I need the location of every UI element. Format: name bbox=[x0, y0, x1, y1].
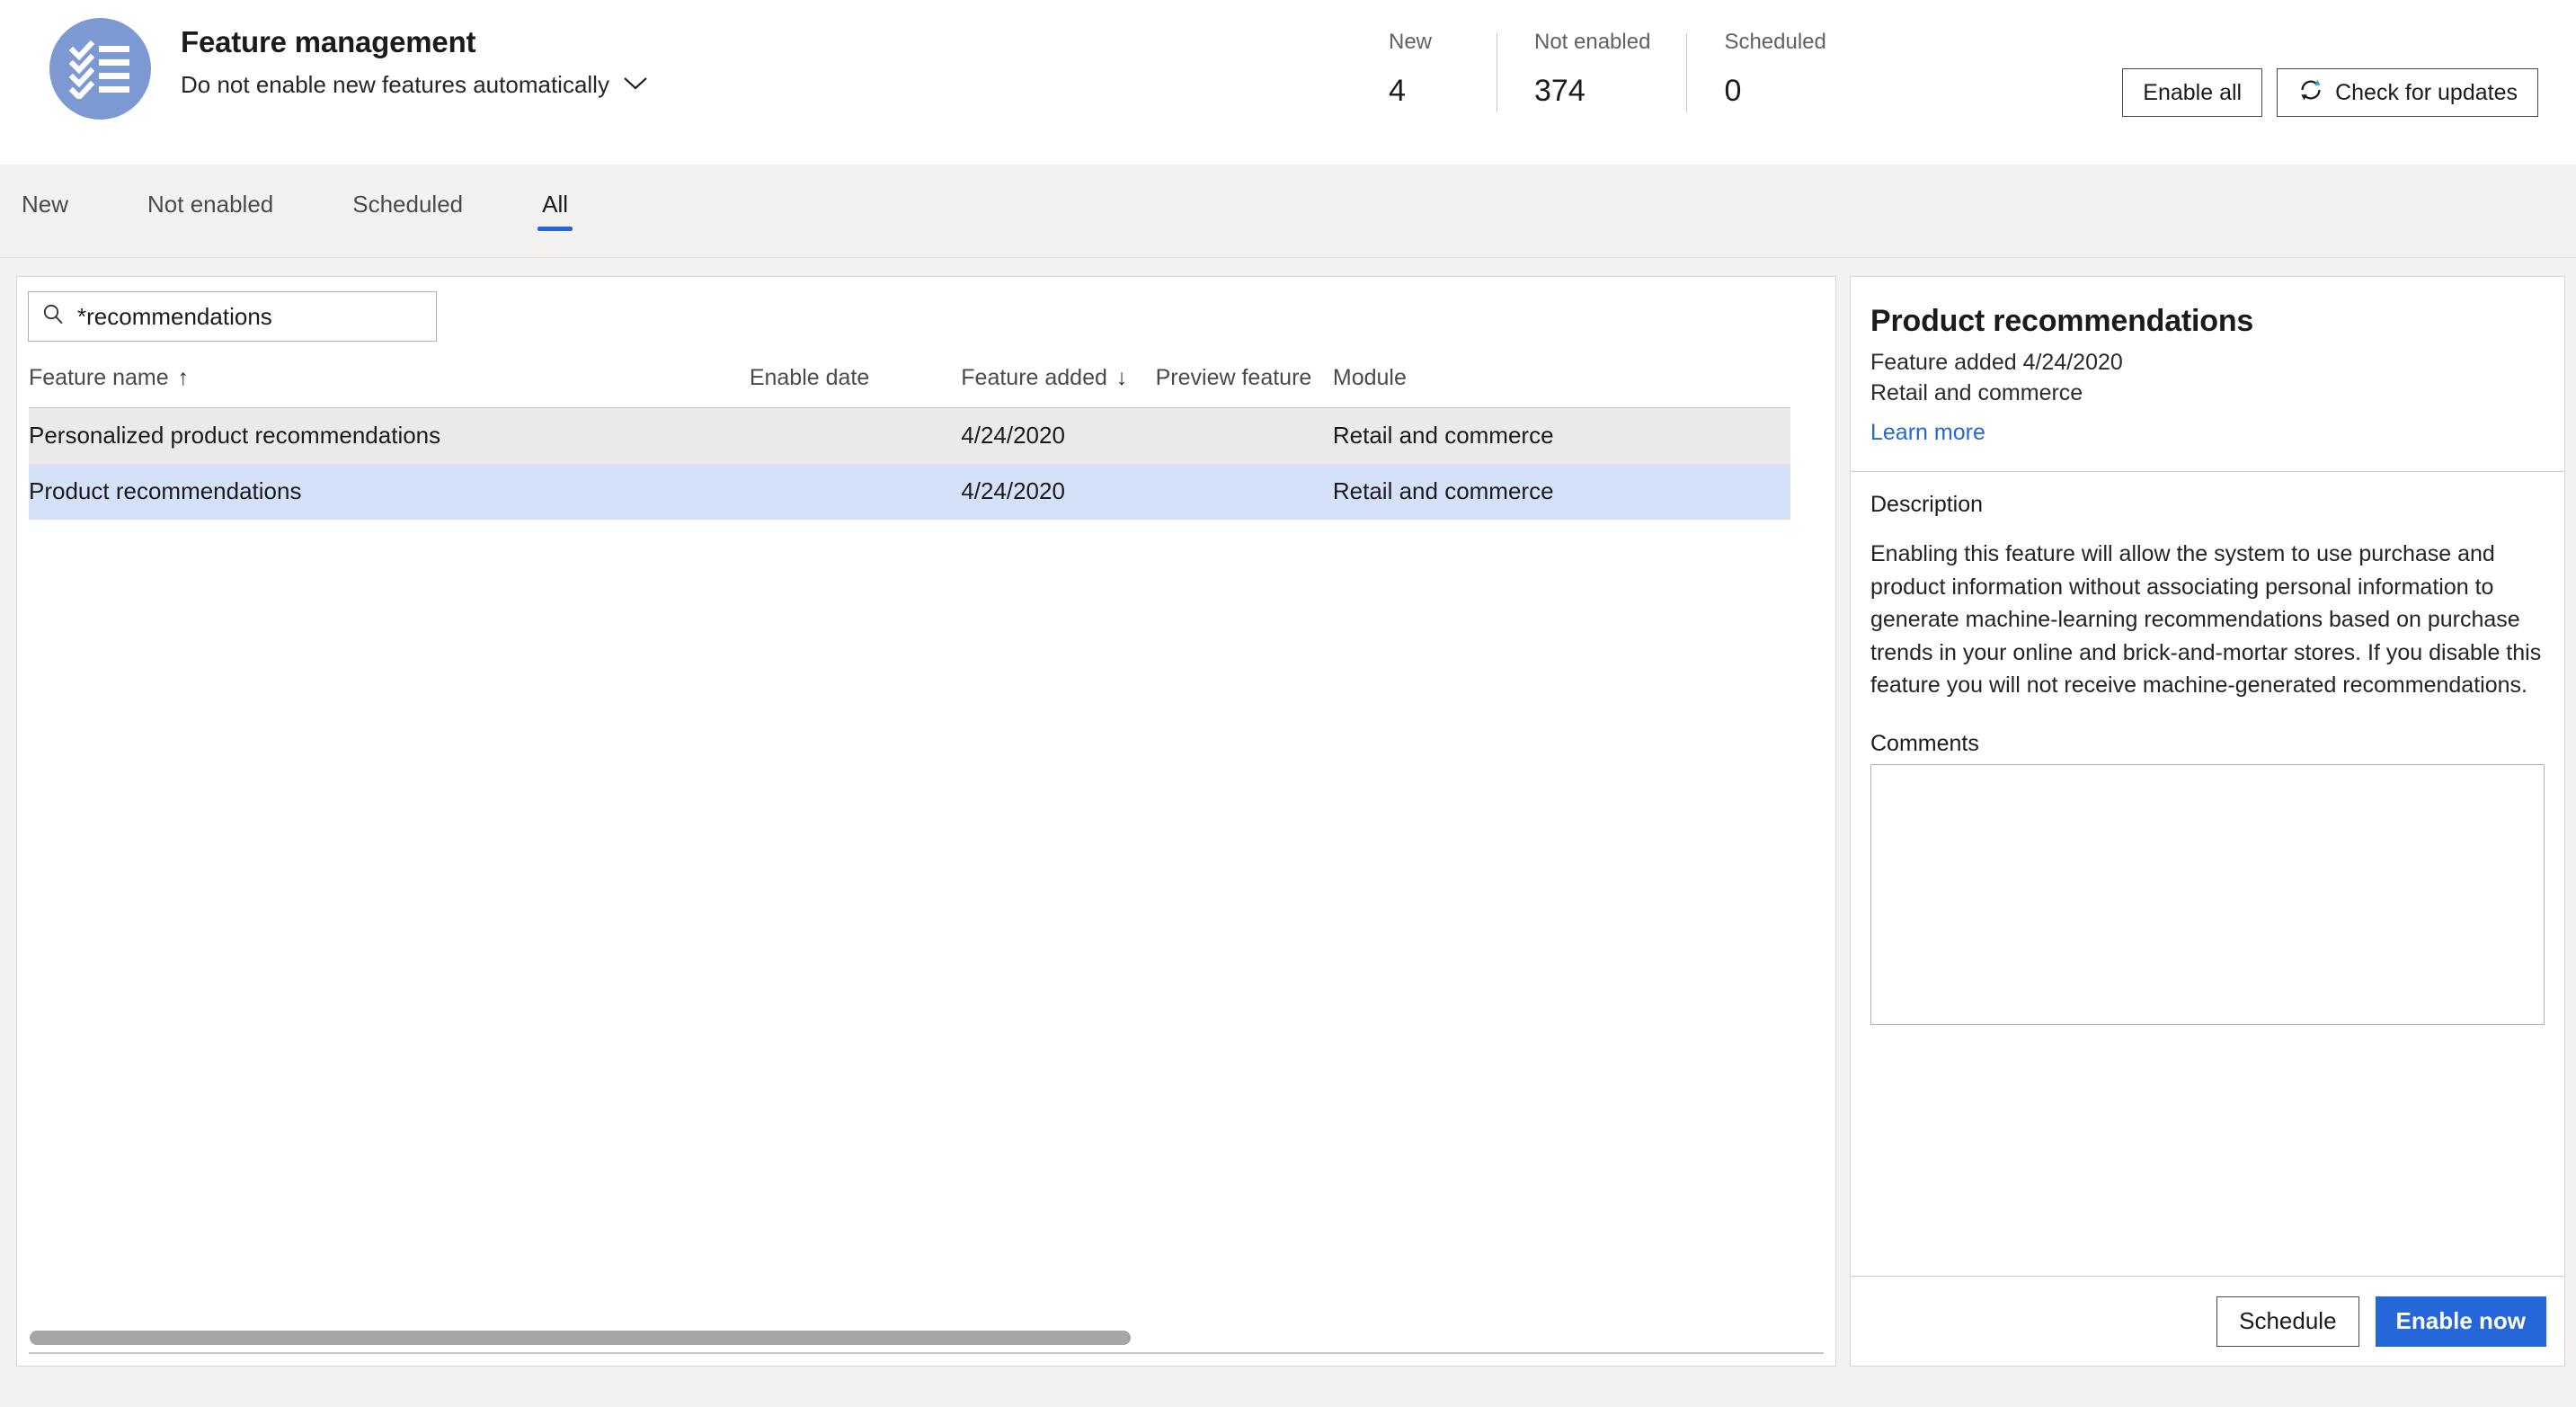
search-input-value: *recommendations bbox=[77, 302, 272, 330]
tab-all[interactable]: All bbox=[537, 185, 573, 236]
detail-module: Retail and commerce bbox=[1870, 380, 2083, 405]
stat-value: 4 bbox=[1389, 74, 1406, 108]
column-header-module[interactable]: Module bbox=[1332, 358, 1790, 408]
app-icon-wrap bbox=[49, 18, 151, 120]
detail-body: Description Enabling this feature will a… bbox=[1851, 472, 2564, 1276]
search-icon bbox=[41, 303, 65, 331]
cell-module: Retail and commerce bbox=[1332, 422, 1554, 450]
page-title: Feature management bbox=[181, 25, 476, 58]
column-header-feature-added[interactable]: Feature added ↓ bbox=[961, 358, 1156, 408]
detail-title: Product recommendations bbox=[1870, 304, 2254, 338]
feature-detail-panel: Product recommendations Feature added 4/… bbox=[1850, 276, 2565, 1367]
stat-label: New bbox=[1389, 30, 1433, 54]
comments-label: Comments bbox=[1870, 730, 1979, 756]
tab-scheduled[interactable]: Scheduled bbox=[347, 185, 468, 236]
tab-label: Not enabled bbox=[147, 191, 274, 218]
panel-divider bbox=[29, 1352, 1824, 1354]
enable-all-button[interactable]: Enable all bbox=[2122, 68, 2263, 117]
stat-label: Not enabled bbox=[1534, 30, 1651, 54]
header-stats: New 4 Not enabled 374 Scheduled 0 bbox=[1389, 31, 1862, 112]
column-header-enable-date[interactable]: Enable date bbox=[749, 358, 962, 408]
cell-preview-feature bbox=[1156, 464, 1333, 520]
column-header-feature-name[interactable]: Feature name ↑ bbox=[29, 358, 750, 408]
search-input[interactable]: *recommendations bbox=[28, 291, 437, 342]
cell-feature-added: 4/24/2020 bbox=[961, 422, 1065, 450]
column-label: Enable date bbox=[749, 365, 870, 390]
table-row[interactable]: Product recommendations 4/24/2020 Retail… bbox=[29, 463, 1790, 520]
tab-not-enabled[interactable]: Not enabled bbox=[142, 185, 279, 236]
column-label: Preview feature bbox=[1155, 365, 1312, 390]
stat-scheduled: Scheduled 0 bbox=[1686, 31, 1861, 112]
cell-preview-feature bbox=[1156, 408, 1333, 464]
column-header-preview-feature[interactable]: Preview feature bbox=[1155, 358, 1333, 408]
cell-enable-date bbox=[750, 408, 961, 464]
cell-feature-added: 4/24/2020 bbox=[961, 477, 1065, 504]
tab-bar: New Not enabled Scheduled All bbox=[0, 165, 2576, 258]
main-content: *recommendations Feature name ↑ Enable da… bbox=[0, 258, 2576, 1407]
title-block: Feature management Do not enable new fea… bbox=[181, 25, 649, 99]
stat-value: 374 bbox=[1534, 74, 1586, 108]
table-header-row: Feature name ↑ Enable date Feature added ↓… bbox=[29, 358, 1790, 408]
schedule-button[interactable]: Schedule bbox=[2216, 1296, 2359, 1347]
page-header: Feature management Do not enable new fea… bbox=[0, 0, 2576, 165]
table-row[interactable]: Personalized product recommendations 4/2… bbox=[29, 407, 1790, 464]
description-label: Description bbox=[1870, 492, 1984, 517]
checklist-icon bbox=[49, 18, 151, 120]
cell-enable-date bbox=[750, 464, 961, 520]
stat-new: New 4 bbox=[1389, 31, 1497, 112]
description-text: Enabling this feature will allow the sys… bbox=[1870, 541, 2542, 698]
enable-now-label: Enable now bbox=[2395, 1307, 2526, 1334]
auto-enable-setting[interactable]: Do not enable new features automatically bbox=[181, 71, 649, 99]
schedule-label: Schedule bbox=[2239, 1307, 2337, 1334]
sort-ascending-icon: ↑ bbox=[177, 365, 190, 390]
stat-value: 0 bbox=[1724, 74, 1742, 108]
detail-added-date: Feature added 4/24/2020 bbox=[1870, 350, 2123, 375]
header-actions: Enable all Check for updates bbox=[2122, 68, 2538, 117]
tab-new[interactable]: New bbox=[16, 185, 74, 236]
cell-feature-name: Product recommendations bbox=[29, 477, 302, 504]
stat-not-enabled: Not enabled 374 bbox=[1497, 31, 1686, 112]
column-label: Feature added bbox=[961, 365, 1107, 390]
stat-label: Scheduled bbox=[1724, 30, 1826, 54]
enable-now-button[interactable]: Enable now bbox=[2375, 1296, 2546, 1347]
detail-actions: Schedule Enable now bbox=[1851, 1276, 2564, 1366]
feature-list-panel: *recommendations Feature name ↑ Enable da… bbox=[16, 276, 1836, 1367]
sort-descending-icon: ↓ bbox=[1115, 365, 1128, 390]
table-body: Personalized product recommendations 4/2… bbox=[29, 407, 1790, 520]
check-for-updates-button[interactable]: Check for updates bbox=[2277, 68, 2538, 117]
tab-label: All bbox=[542, 191, 569, 218]
refresh-icon bbox=[2297, 76, 2324, 110]
cell-module: Retail and commerce bbox=[1332, 477, 1554, 504]
chevron-down-icon[interactable] bbox=[622, 75, 649, 95]
table-header: Feature name ↑ Enable date Feature added ↓… bbox=[29, 358, 1790, 408]
comments-input[interactable] bbox=[1870, 763, 2545, 1025]
column-label: Feature name bbox=[29, 365, 169, 390]
auto-enable-setting-label: Do not enable new features automatically bbox=[181, 71, 609, 98]
column-label: Module bbox=[1332, 365, 1407, 390]
enable-all-label: Enable all bbox=[2143, 79, 2243, 105]
tab-label: New bbox=[22, 191, 69, 218]
horizontal-scrollbar[interactable] bbox=[30, 1331, 1790, 1345]
feature-table: Feature name ↑ Enable date Feature added ↓… bbox=[29, 358, 1790, 520]
scrollbar-thumb[interactable] bbox=[30, 1331, 1131, 1345]
cell-feature-name: Personalized product recommendations bbox=[29, 422, 441, 450]
learn-more-link[interactable]: Learn more bbox=[1870, 420, 2545, 446]
check-for-updates-label: Check for updates bbox=[2335, 79, 2518, 105]
tab-label: Scheduled bbox=[352, 191, 464, 218]
detail-header: Product recommendations Feature added 4/… bbox=[1851, 277, 2564, 472]
